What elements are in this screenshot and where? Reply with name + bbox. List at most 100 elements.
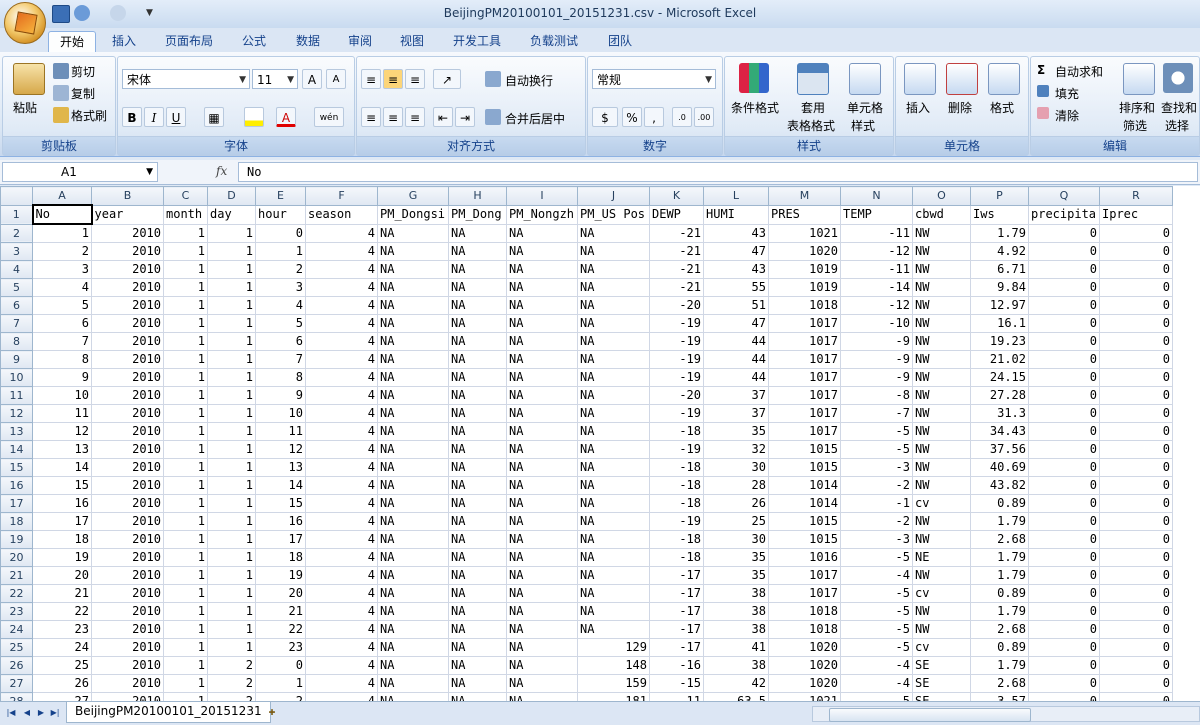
cell[interactable]: 43 bbox=[703, 260, 769, 279]
cell[interactable]: 16.1 bbox=[970, 314, 1029, 333]
cell[interactable]: NA bbox=[448, 566, 507, 585]
prev-sheet-icon[interactable]: ◀ bbox=[20, 706, 34, 720]
font-color-icon[interactable]: A bbox=[276, 107, 296, 127]
cell[interactable]: 1 bbox=[163, 656, 208, 675]
cell[interactable]: 1 bbox=[163, 620, 208, 639]
cell[interactable]: 38 bbox=[703, 602, 769, 621]
cell[interactable]: 1.79 bbox=[970, 223, 1029, 243]
merge-center-icon[interactable] bbox=[485, 109, 501, 125]
cell[interactable]: -5 bbox=[840, 440, 913, 459]
cell[interactable]: 0 bbox=[1099, 368, 1173, 387]
cell[interactable]: NA bbox=[377, 278, 449, 297]
cell[interactable]: 1017 bbox=[768, 566, 841, 585]
cell[interactable]: 4 bbox=[305, 458, 378, 477]
row-header[interactable]: 1 bbox=[0, 204, 33, 225]
cell[interactable]: NA bbox=[448, 494, 507, 513]
cell[interactable]: 1 bbox=[163, 602, 208, 621]
format-cells-icon[interactable] bbox=[988, 63, 1020, 95]
cell[interactable]: 4 bbox=[305, 386, 378, 405]
cell[interactable]: 44 bbox=[703, 332, 769, 351]
cell[interactable]: 1 bbox=[207, 386, 256, 405]
cell[interactable]: 5 bbox=[255, 314, 306, 333]
cell[interactable]: NA bbox=[577, 223, 650, 243]
cell[interactable]: 26 bbox=[32, 674, 92, 693]
cell[interactable]: 4 bbox=[305, 404, 378, 423]
cell[interactable]: 4 bbox=[305, 368, 378, 387]
tab-formulas[interactable]: 公式 bbox=[234, 31, 274, 51]
cell[interactable]: 1 bbox=[207, 332, 256, 351]
clear-icon[interactable] bbox=[1037, 107, 1049, 119]
cell[interactable]: 0 bbox=[1028, 638, 1100, 657]
cell[interactable]: NA bbox=[577, 422, 650, 441]
delete-cells-button[interactable]: 删除 bbox=[948, 99, 972, 116]
cell[interactable]: cv bbox=[912, 584, 971, 603]
cell[interactable]: 1021 bbox=[768, 692, 841, 701]
column-header[interactable]: I bbox=[506, 186, 578, 206]
cell[interactable]: NA bbox=[377, 422, 449, 441]
cell[interactable]: year bbox=[91, 204, 164, 225]
office-button[interactable] bbox=[4, 2, 46, 44]
scrollbar-thumb[interactable] bbox=[829, 708, 1031, 722]
cell[interactable]: -14 bbox=[840, 278, 913, 297]
cell[interactable]: -18 bbox=[649, 548, 704, 567]
cell[interactable]: NA bbox=[448, 296, 507, 315]
shrink-font-button[interactable]: A bbox=[326, 69, 346, 89]
row-header[interactable]: 7 bbox=[0, 314, 33, 333]
cell[interactable]: NA bbox=[577, 458, 650, 477]
cell[interactable]: NA bbox=[448, 404, 507, 423]
column-header[interactable]: A bbox=[32, 186, 92, 206]
cell[interactable]: NA bbox=[377, 332, 449, 351]
cell[interactable]: NA bbox=[448, 314, 507, 333]
cell[interactable]: 47 bbox=[703, 242, 769, 261]
cell[interactable]: NW bbox=[912, 332, 971, 351]
cell[interactable]: 0 bbox=[1028, 674, 1100, 693]
cell[interactable]: NA bbox=[377, 296, 449, 315]
increase-decimal-icon[interactable]: .0 bbox=[672, 107, 692, 127]
cell[interactable]: NA bbox=[577, 296, 650, 315]
row-header[interactable]: 27 bbox=[0, 674, 33, 693]
merge-center-button[interactable]: 合并后居中 bbox=[505, 110, 565, 127]
cell[interactable]: SE bbox=[912, 656, 971, 675]
cell[interactable]: 43.82 bbox=[970, 476, 1029, 495]
cell[interactable]: 0 bbox=[1099, 350, 1173, 369]
cell[interactable]: -18 bbox=[649, 476, 704, 495]
cell[interactable]: 2010 bbox=[91, 530, 164, 549]
row-header[interactable]: 17 bbox=[0, 494, 33, 513]
row-header[interactable]: 14 bbox=[0, 440, 33, 459]
cell[interactable]: NA bbox=[506, 350, 578, 369]
sort-filter-icon[interactable] bbox=[1123, 63, 1155, 95]
cell[interactable]: 1 bbox=[163, 638, 208, 657]
cell[interactable]: 4.92 bbox=[970, 242, 1029, 261]
cell[interactable]: 0 bbox=[1028, 584, 1100, 603]
cell[interactable]: NA bbox=[506, 530, 578, 549]
cell[interactable]: NA bbox=[506, 440, 578, 459]
cell[interactable]: NA bbox=[506, 223, 578, 243]
wrap-text-button[interactable]: 自动换行 bbox=[505, 72, 553, 89]
column-header[interactable]: B bbox=[91, 186, 164, 206]
row-header[interactable]: 18 bbox=[0, 512, 33, 531]
cell[interactable]: 24.15 bbox=[970, 368, 1029, 387]
cell[interactable]: NA bbox=[577, 512, 650, 531]
cell[interactable]: 8 bbox=[32, 350, 92, 369]
cell[interactable]: PRES bbox=[768, 204, 841, 225]
cell[interactable]: NA bbox=[506, 602, 578, 621]
column-header[interactable]: D bbox=[207, 186, 256, 206]
cell[interactable]: NW bbox=[912, 278, 971, 297]
cell[interactable]: 4 bbox=[305, 638, 378, 657]
horizontal-scrollbar[interactable] bbox=[812, 706, 1200, 722]
paste-button[interactable]: 粘贴 bbox=[13, 99, 37, 116]
cell[interactable]: NW bbox=[912, 422, 971, 441]
cell[interactable]: NA bbox=[577, 386, 650, 405]
cell[interactable]: 2010 bbox=[91, 638, 164, 657]
cell[interactable]: 1.79 bbox=[970, 548, 1029, 567]
cell[interactable]: 1 bbox=[163, 692, 208, 701]
cell[interactable]: 0 bbox=[1028, 602, 1100, 621]
cell[interactable]: 1 bbox=[207, 242, 256, 261]
tab-data[interactable]: 数据 bbox=[288, 31, 328, 51]
cell[interactable]: NA bbox=[377, 386, 449, 405]
cell[interactable]: 2010 bbox=[91, 404, 164, 423]
cell[interactable]: 1017 bbox=[768, 584, 841, 603]
cell[interactable]: 7 bbox=[255, 350, 306, 369]
delete-cells-icon[interactable] bbox=[946, 63, 978, 95]
cell[interactable]: 22 bbox=[255, 620, 306, 639]
